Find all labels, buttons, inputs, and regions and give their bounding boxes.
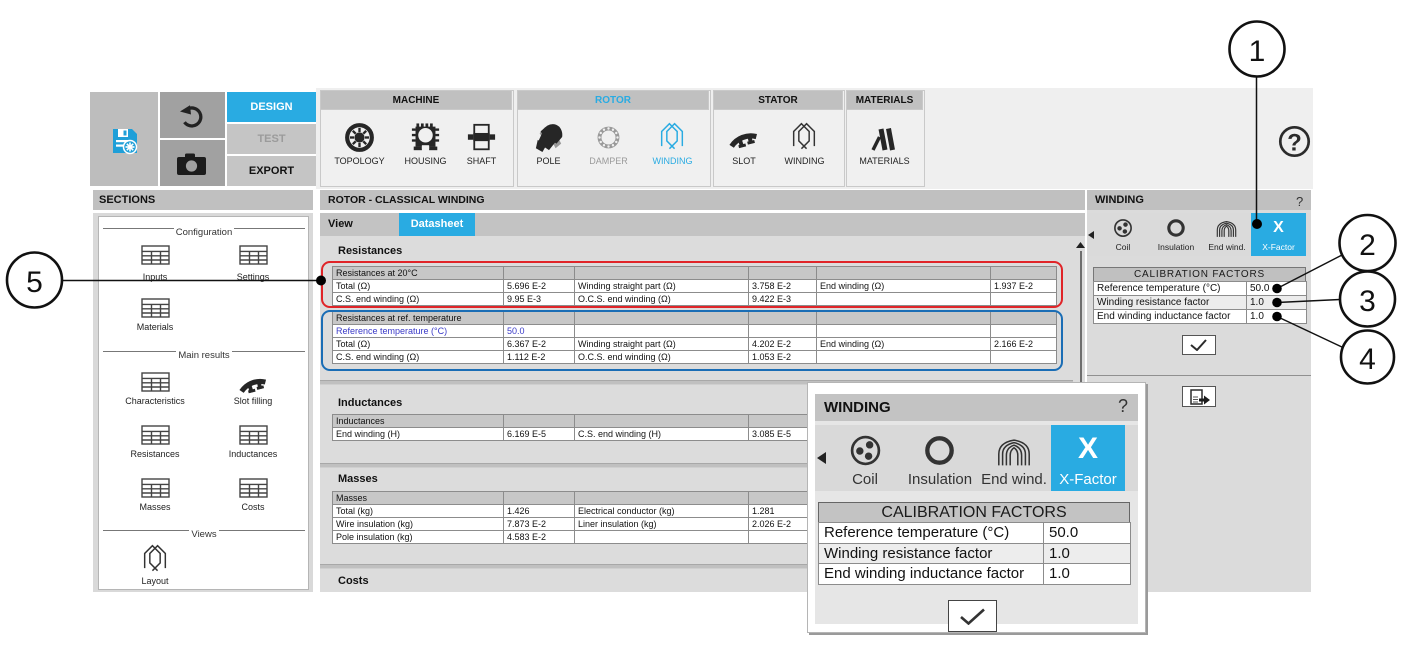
svg-text:3: 3 [1359,285,1376,318]
svg-text:5: 5 [26,266,43,299]
svg-text:4: 4 [1359,343,1376,376]
svg-text:1: 1 [1249,35,1266,68]
svg-text:2: 2 [1359,229,1376,262]
